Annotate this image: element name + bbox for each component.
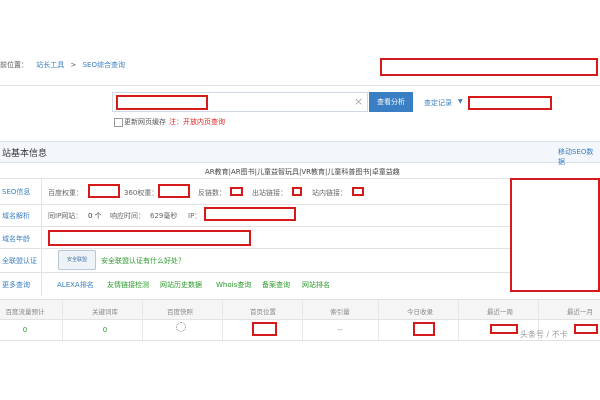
response-time-label: 响应时间： xyxy=(110,212,145,220)
mobile-seo-link[interactable]: 移动SEO数据 xyxy=(558,147,600,167)
row-divider xyxy=(0,248,510,249)
col-divider xyxy=(222,300,223,340)
redacted-backlinks xyxy=(230,187,243,196)
query-history-link[interactable]: 查定记录 xyxy=(424,98,452,108)
table-cell-index-count: -- xyxy=(337,326,343,334)
col-baidu-traffic: 百度流量预计 xyxy=(5,308,45,316)
loading-spinner-icon xyxy=(176,322,186,332)
outlinks-label: 出站链接： xyxy=(252,189,287,197)
icp-query-link[interactable]: 备案查询 xyxy=(262,280,290,290)
breadcrumb-prefix: 前位置： xyxy=(0,61,28,69)
same-ip-count: 0 个 xyxy=(88,212,102,220)
col-divider xyxy=(302,300,303,340)
redacted-inlinks xyxy=(352,187,364,196)
row-divider xyxy=(0,204,510,205)
col-baidu-snapshot: 百度快照 xyxy=(167,308,193,316)
col-homepage-position: 首页位置 xyxy=(250,308,276,316)
label-column-divider xyxy=(41,178,42,296)
col-index-count: 索引量 xyxy=(330,308,350,316)
redacted-outlinks xyxy=(292,187,302,196)
inlinks-label: 站内链接： xyxy=(312,189,347,197)
table-cell-baidu-traffic: 0 xyxy=(22,326,28,334)
breadcrumb-separator: > xyxy=(70,61,77,69)
search-button[interactable]: 查看分析 xyxy=(369,92,413,112)
response-time-value: 629毫秒 xyxy=(150,212,178,220)
col-divider xyxy=(458,300,459,340)
header-divider xyxy=(0,85,600,86)
row-divider xyxy=(0,272,510,273)
col-keyword-library: 关键词库 xyxy=(92,308,118,316)
redacted-history-box xyxy=(468,96,552,110)
update-cache-checkbox[interactable] xyxy=(114,118,123,127)
breadcrumb: 前位置： 站长工具 > SEO综合查询 xyxy=(0,60,125,70)
backlinks-label: 反链数： xyxy=(198,189,226,197)
domain-age-label: 域名年龄 xyxy=(2,235,30,243)
redacted-today-indexed xyxy=(413,322,435,336)
badge-text: 安全联盟 xyxy=(66,257,87,263)
col-today-indexed: 今日收录 xyxy=(407,308,433,316)
so360-weight-label: 360权重： xyxy=(124,189,159,197)
redacted-search-value xyxy=(116,95,208,110)
history-dropdown-icon[interactable]: ▼ xyxy=(458,98,463,105)
row-divider xyxy=(0,226,510,227)
breadcrumb-link-tools[interactable]: 站长工具 xyxy=(36,61,64,69)
redacted-last-week xyxy=(490,324,518,334)
breadcrumb-link-seo[interactable]: SEO综合查询 xyxy=(83,61,125,69)
row-divider xyxy=(0,178,510,179)
baidu-weight-label: 百度权重： xyxy=(48,189,83,197)
redacted-homepage-position xyxy=(252,322,277,336)
redacted-side-panel xyxy=(510,178,600,292)
alliance-label: 全联盟认证 xyxy=(2,257,37,265)
friend-link-check-link[interactable]: 友情链接检测 xyxy=(107,280,149,290)
col-last-week: 最近一周 xyxy=(487,308,513,316)
watermark: 头条号 / 不卡 xyxy=(520,330,568,339)
col-divider xyxy=(378,300,379,340)
table-bottom-divider xyxy=(0,340,600,341)
redacted-header-box xyxy=(380,58,598,76)
more-query-label: 更多查询 xyxy=(2,281,30,289)
site-title: AR教育|AR图书|儿童益智玩具|VR教育|儿童科普图书|卓童益趣 xyxy=(205,168,400,176)
table-cell-keyword-library: 0 xyxy=(102,326,108,334)
update-cache-label: 更新网页缓存 xyxy=(124,118,166,126)
seo-info-label: SEO信息 xyxy=(2,188,31,196)
ip-label: IP： xyxy=(188,212,202,220)
redacted-360-weight xyxy=(158,184,190,198)
col-divider xyxy=(62,300,63,340)
redacted-domain-age xyxy=(48,230,251,246)
site-history-link[interactable]: 网站历史数据 xyxy=(160,280,202,290)
col-divider xyxy=(142,300,143,340)
security-alliance-badge[interactable]: 安全联盟 xyxy=(58,250,96,270)
alliance-benefit-link[interactable]: 安全联盟认证有什么好处？ xyxy=(101,256,185,266)
redacted-baidu-weight xyxy=(88,184,120,198)
dns-label: 域名解析 xyxy=(2,212,30,220)
section-header-bar xyxy=(0,141,600,163)
same-ip-label: 同IP网站： xyxy=(48,212,83,220)
whois-link[interactable]: Whois查询 xyxy=(216,280,251,290)
site-rank-link[interactable]: 网站排名 xyxy=(302,280,330,290)
col-last-month: 最近一月 xyxy=(567,308,593,316)
redacted-last-month xyxy=(574,324,598,334)
section-title: 站基本信息 xyxy=(2,149,48,159)
redacted-ip xyxy=(204,207,296,221)
open-subpage-note: 注：开放内页查询 xyxy=(169,118,225,126)
alexa-rank-link[interactable]: ALEXA排名 xyxy=(57,280,94,290)
clear-icon[interactable]: × xyxy=(354,95,363,108)
